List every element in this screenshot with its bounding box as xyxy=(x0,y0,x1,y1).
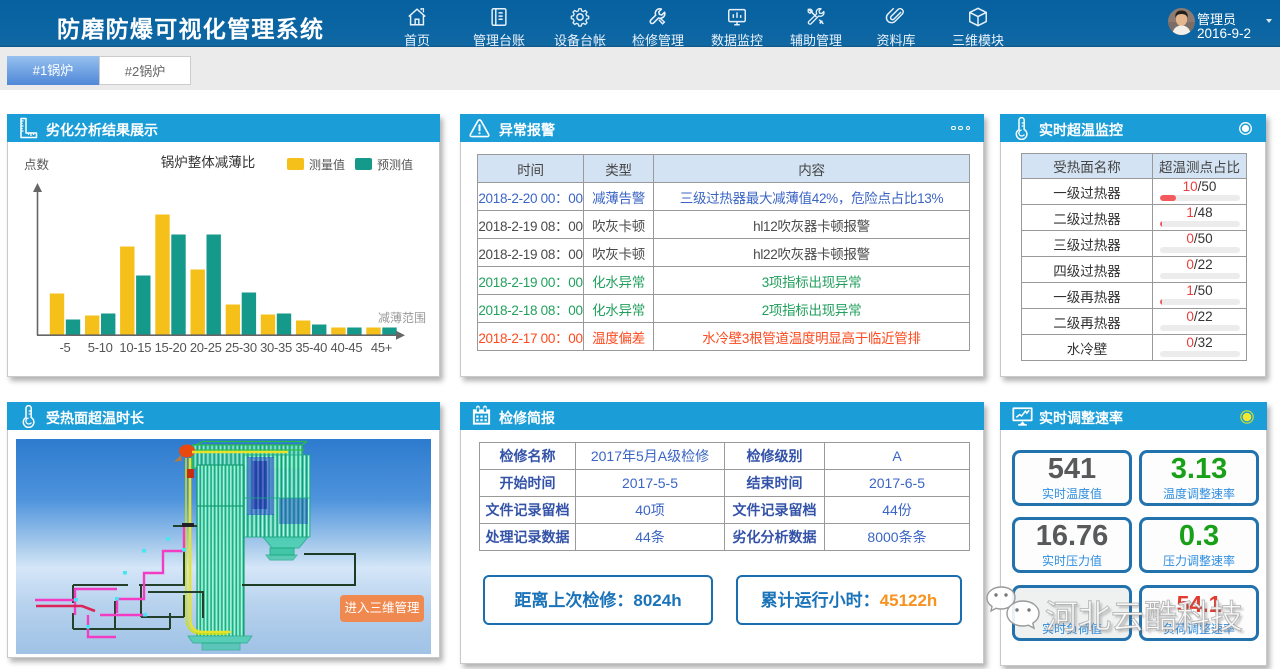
svg-text:25-30: 25-30 xyxy=(225,340,257,355)
svg-text:10-15: 10-15 xyxy=(119,340,151,355)
svg-text:20-25: 20-25 xyxy=(190,340,222,355)
svg-text:45+: 45+ xyxy=(371,340,392,355)
svg-text:锅炉整体减薄比: 锅炉整体减薄比 xyxy=(161,155,256,170)
svg-text:15-20: 15-20 xyxy=(155,340,187,355)
svg-text:-5: -5 xyxy=(60,340,71,355)
svg-text:测量值: 测量值 xyxy=(309,157,345,172)
svg-text:40-45: 40-45 xyxy=(331,340,363,355)
svg-text:预测值: 预测值 xyxy=(377,157,413,172)
svg-text:5-10: 5-10 xyxy=(88,340,113,355)
svg-text:35-40: 35-40 xyxy=(295,340,327,355)
svg-text:点数: 点数 xyxy=(24,157,50,172)
svg-text:30-35: 30-35 xyxy=(260,340,292,355)
svg-text:减薄范围: 减薄范围 xyxy=(378,310,426,325)
